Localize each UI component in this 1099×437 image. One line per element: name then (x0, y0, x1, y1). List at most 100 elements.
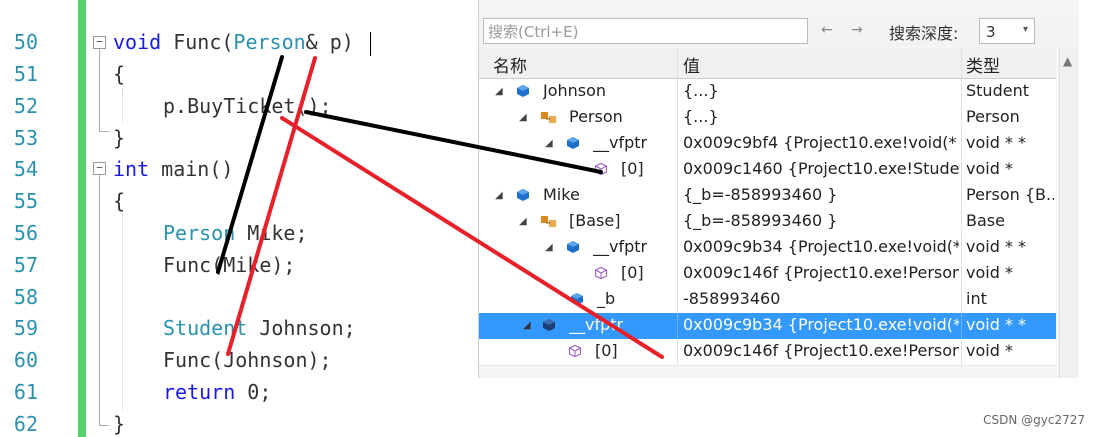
fold-guide (99, 49, 100, 131)
fold-guide-end (99, 425, 109, 426)
variable-value: {_b=-858993460 } (683, 211, 838, 230)
table-row[interactable]: [0] 0x009c146f {Project10.exe!Person... … (479, 261, 1056, 288)
changes-margin (78, 0, 86, 437)
column-header-name[interactable]: 名称 (493, 52, 527, 77)
column-divider (961, 183, 962, 209)
variable-type: void * * (966, 237, 1027, 256)
chevron-down-icon[interactable]: ▾ (1023, 24, 1028, 35)
column-divider (677, 209, 678, 235)
code-line-51: { (113, 62, 126, 86)
variable-value: 0x009c9bf4 {Project10.exe!void(* ... (683, 133, 959, 152)
expand-icon[interactable]: ◢ (519, 112, 527, 123)
variable-name: Johnson (543, 81, 607, 100)
expand-icon[interactable]: ◢ (545, 138, 553, 149)
variable-type: void * (966, 341, 1013, 360)
type-token: Person (233, 30, 306, 54)
arrow-left-icon[interactable]: ← (821, 22, 833, 38)
line-number: 57 (13, 253, 38, 277)
column-divider (961, 287, 962, 313)
expand-icon[interactable]: ◢ (545, 242, 553, 253)
column-divider (677, 261, 678, 287)
grid-header: 名称 值 类型 (479, 48, 1056, 79)
variable-name: __vfptr (593, 133, 648, 152)
code-line-55: { (113, 189, 126, 213)
variable-value: 0x009c9b34 {Project10.exe!void(*... (683, 315, 959, 334)
keyword: return (163, 380, 236, 404)
column-divider (961, 157, 962, 183)
expand-icon[interactable]: ◢ (523, 320, 531, 331)
array-element-icon (595, 267, 607, 279)
table-row[interactable]: ◢ __vfptr 0x009c9bf4 {Project10.exe!void… (479, 131, 1056, 158)
keyword: void (113, 30, 162, 54)
table-row[interactable]: _b -858993460 int (479, 287, 1056, 314)
variable-name: _b (597, 289, 616, 308)
variable-name: Person (569, 107, 623, 126)
arrow-right-icon[interactable]: → (851, 22, 863, 38)
column-divider (961, 105, 962, 131)
line-number: 59 (13, 316, 38, 340)
variable-type: void * (966, 263, 1013, 282)
function-token: Func( (161, 30, 234, 54)
fold-guide-end (99, 131, 109, 132)
object-icon (567, 241, 579, 253)
variable-type: void * * (966, 133, 1027, 152)
variable-name: __vfptr (569, 315, 624, 334)
variable-value: {_b=-858993460 } (683, 185, 838, 204)
table-row[interactable]: ◢ Mike {_b=-858993460 } Person {B... (479, 183, 1056, 210)
variable-value: -858993460 (683, 289, 781, 308)
expand-icon[interactable]: ◢ (495, 86, 503, 97)
object-icon (517, 85, 529, 97)
collapse-icon[interactable]: − (93, 36, 106, 49)
column-header-type[interactable]: 类型 (966, 52, 1000, 77)
column-divider[interactable] (961, 48, 962, 78)
line-number: 51 (13, 62, 38, 86)
table-row[interactable]: ◢ Person {...} Person (479, 105, 1056, 132)
code-token: Johnson; (247, 316, 356, 340)
expand-icon[interactable]: ◢ (495, 190, 503, 201)
column-divider (677, 339, 678, 365)
code-editor[interactable]: 50 51 52 53 54 55 56 57 58 59 60 61 62 −… (0, 0, 480, 437)
collapse-icon[interactable]: − (93, 162, 106, 175)
object-icon (567, 137, 579, 149)
code-line-54: int main() (113, 157, 233, 181)
column-header-value[interactable]: 值 (683, 52, 700, 77)
code-line-60: Func(Johnson); (163, 348, 332, 372)
table-row[interactable]: ◢ Johnson {...} Student (479, 79, 1056, 106)
variable-value: {...} (683, 81, 719, 100)
variable-value: 0x009c9b34 {Project10.exe!void(*... (683, 237, 959, 256)
variable-name: [0] (595, 341, 618, 360)
variable-value: 0x009c1460 {Project10.exe!Stude... (683, 159, 959, 178)
variable-type: Person {B... (966, 185, 1054, 204)
object-icon (571, 293, 583, 305)
variable-name: Mike (543, 185, 580, 204)
column-divider[interactable] (677, 48, 678, 78)
column-divider (961, 261, 962, 287)
table-row[interactable]: ◢ [Base] {_b=-858993460 } Base (479, 209, 1056, 236)
variable-value: {...} (683, 107, 719, 126)
line-number: 56 (13, 221, 38, 245)
array-element-icon (569, 345, 581, 357)
column-divider (677, 313, 678, 339)
column-divider (961, 339, 962, 365)
table-row[interactable]: [0] 0x009c146f {Project10.exe!Person... … (479, 339, 1056, 366)
type-token: Person (163, 221, 236, 245)
variable-type: void * * (966, 315, 1027, 334)
table-row[interactable]: ◢ __vfptr 0x009c9b34 {Project10.exe!void… (479, 235, 1056, 262)
scroll-up-icon[interactable]: ▲ (1063, 54, 1072, 68)
column-divider (677, 287, 678, 313)
vertical-scrollbar[interactable] (1059, 48, 1078, 378)
line-number: 58 (13, 285, 38, 309)
object-icon (543, 319, 555, 331)
search-input[interactable]: 搜索(Ctrl+E) (483, 18, 808, 44)
code-line-56: Person Mike; (163, 221, 308, 245)
expand-icon[interactable]: ◢ (519, 216, 527, 227)
variable-name: [Base] (569, 211, 621, 230)
variable-name: [0] (621, 263, 644, 282)
table-row[interactable]: [0] 0x009c1460 {Project10.exe!Stude... v… (479, 157, 1056, 184)
line-number: 52 (13, 94, 38, 118)
table-row-selected[interactable]: ◢ __vfptr 0x009c9b34 {Project10.exe!void… (479, 313, 1056, 340)
variable-value: 0x009c146f {Project10.exe!Person... (683, 263, 959, 282)
variable-type: Base (966, 211, 1005, 230)
column-divider (961, 313, 962, 339)
fold-guide (99, 175, 100, 425)
